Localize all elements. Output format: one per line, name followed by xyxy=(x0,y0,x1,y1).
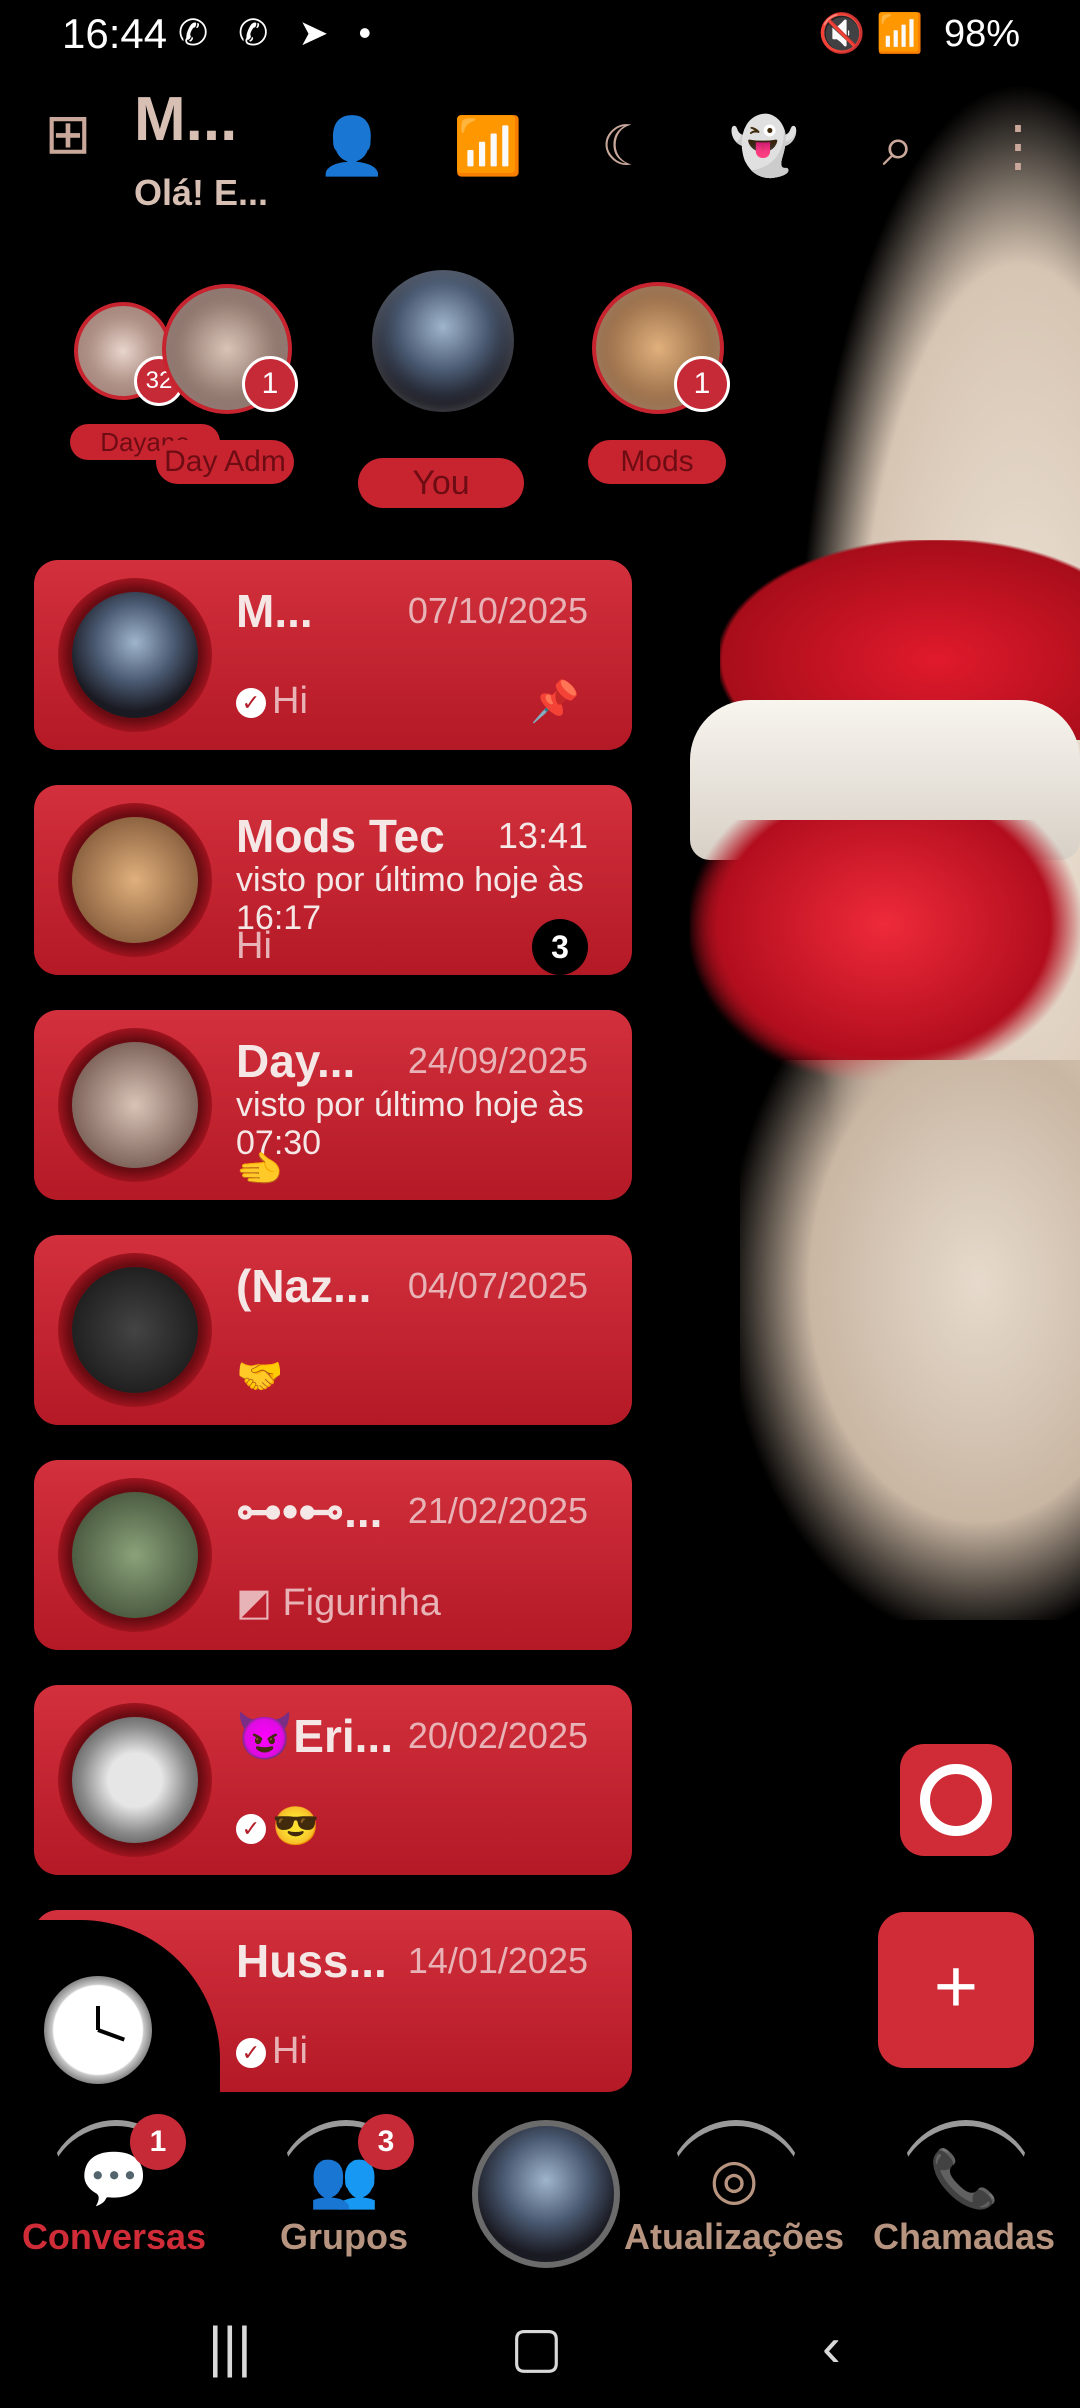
chat-date: 07/10/2025 xyxy=(407,590,588,631)
chat-name: M... xyxy=(236,585,313,637)
story-badge: 1 xyxy=(242,356,298,412)
new-chat-button[interactable]: + xyxy=(878,1912,1034,2068)
tab-label: Chamadas xyxy=(872,2216,1056,2257)
read-check-icon: ✓ xyxy=(236,2037,266,2068)
calls-icon: 📞 xyxy=(929,2147,999,2210)
clock-icon[interactable] xyxy=(44,1976,152,2084)
profile-status: Olá! E... xyxy=(134,172,269,213)
chat-last-message: ◩ Figurinha xyxy=(236,1582,441,1624)
story-label: Day Adm xyxy=(156,440,294,484)
chat-row[interactable]: 😈Eri... 20/02/2025 ✓ 😎 xyxy=(34,1685,632,1875)
wallpaper-lip-bottom xyxy=(690,820,1080,1080)
chat-last-message: 🤝 xyxy=(236,1356,284,1398)
avatar xyxy=(58,578,212,732)
wallpaper-chin xyxy=(740,1060,1080,1620)
status-icon: ◎ xyxy=(709,2147,759,2210)
status-right-icons: 🔇 📶 xyxy=(818,13,924,55)
avatar xyxy=(58,1703,212,1857)
tab-conversas[interactable]: 💬 Conversas 1 xyxy=(6,2112,222,2262)
ghost-icon[interactable]: 👻 xyxy=(724,106,804,186)
tab-label: Conversas xyxy=(21,2216,207,2257)
wifi-icon[interactable]: 📶 xyxy=(448,106,528,186)
chat-date: 04/07/2025 xyxy=(407,1265,588,1306)
search-icon[interactable]: ⌕ xyxy=(858,106,938,186)
chat-date: 14/01/2025 xyxy=(407,1940,588,1981)
chat-row[interactable]: (Naz... 04/07/2025 🤝 xyxy=(34,1235,632,1425)
chat-date: 24/09/2025 xyxy=(407,1040,588,1081)
avatar xyxy=(58,1253,212,1407)
chat-last-message: 🫲 xyxy=(236,1149,284,1191)
notification-icons: ✆ ✆ ➤ • xyxy=(178,12,382,53)
profile-name[interactable]: M... xyxy=(134,84,237,155)
status-time: 16:44 xyxy=(62,10,168,57)
apps-icon[interactable]: ⊞ xyxy=(28,94,108,174)
chat-date: 20/02/2025 xyxy=(407,1715,588,1756)
unread-badge: 3 xyxy=(532,919,588,975)
chat-icon: 💬 xyxy=(79,2147,149,2210)
chat-name: Mods Tec xyxy=(236,810,445,862)
recents-icon[interactable]: ||| xyxy=(208,2314,252,2379)
chat-last-message: ✓ Hi xyxy=(236,2030,308,2073)
pin-icon: 📌 xyxy=(530,680,580,724)
tab-badge: 1 xyxy=(130,2114,186,2170)
status-bar: 16:44 ✆ ✆ ➤ • 🔇 📶 98% xyxy=(0,0,1080,70)
chat-row[interactable]: ⊶•⊷... 21/02/2025 ◩ Figurinha xyxy=(34,1460,632,1650)
chat-last-message: Hi xyxy=(236,925,272,967)
battery-level: 98% xyxy=(943,13,1020,55)
read-check-icon: ✓ xyxy=(236,1813,266,1844)
more-vert-icon[interactable]: ⋮ xyxy=(978,106,1058,186)
last-seen: visto por último hoje às 07:30 xyxy=(236,1086,584,1162)
back-icon[interactable]: ‹ xyxy=(822,2314,841,2379)
chat-date: 13:41 xyxy=(497,815,588,856)
chat-row[interactable]: Mods Tec 13:41 visto por último hoje às … xyxy=(34,785,632,975)
tab-chamadas[interactable]: 📞 Chamadas xyxy=(856,2112,1072,2262)
read-check-icon: ✓ xyxy=(236,687,266,718)
avatar xyxy=(58,1478,212,1632)
chat-name: 😈Eri... xyxy=(236,1710,393,1762)
my-story-avatar[interactable] xyxy=(372,270,514,412)
groups-icon: 👥 xyxy=(309,2147,379,2210)
chat-date: 21/02/2025 xyxy=(407,1490,588,1531)
story-label: You xyxy=(358,458,524,508)
tab-label: Grupos xyxy=(279,2216,408,2257)
chat-last-message: ✓ Hi xyxy=(236,680,308,723)
avatar xyxy=(58,1028,212,1182)
add-contact-icon[interactable]: 👤 xyxy=(312,106,392,186)
story-label: Mods xyxy=(588,440,726,484)
sticker-icon: ◩ xyxy=(236,1582,283,1624)
avatar xyxy=(58,803,212,957)
tab-grupos[interactable]: 👥 Grupos 3 xyxy=(236,2112,452,2262)
chat-row[interactable]: Day... 24/09/2025 visto por último hoje … xyxy=(34,1010,632,1200)
chat-name: Huss... xyxy=(236,1935,387,1987)
story-badge: 1 xyxy=(674,356,730,412)
tab-atualizacoes[interactable]: ◎ Atualizações xyxy=(624,2112,844,2262)
chat-name: ⊶•⊷... xyxy=(236,1485,383,1537)
tab-badge: 3 xyxy=(358,2114,414,2170)
chat-row[interactable]: M... 07/10/2025 ✓ Hi 📌 xyxy=(34,560,632,750)
system-navigation-bar: ||| ▢ ‹ xyxy=(0,2290,1080,2408)
chat-name: (Naz... xyxy=(236,1260,372,1312)
status-camera-button[interactable] xyxy=(900,1744,1012,1856)
system-icons: 🔇 📶 98% xyxy=(818,12,1020,56)
chat-name: Day... xyxy=(236,1035,356,1087)
dark-mode-icon[interactable]: ☾ xyxy=(586,106,666,186)
home-icon[interactable]: ▢ xyxy=(510,2314,563,2380)
chat-last-message: ✓ 😎 xyxy=(236,1805,319,1849)
tab-label: Atualizações xyxy=(624,2216,845,2257)
profile-avatar-button[interactable] xyxy=(472,2120,620,2268)
